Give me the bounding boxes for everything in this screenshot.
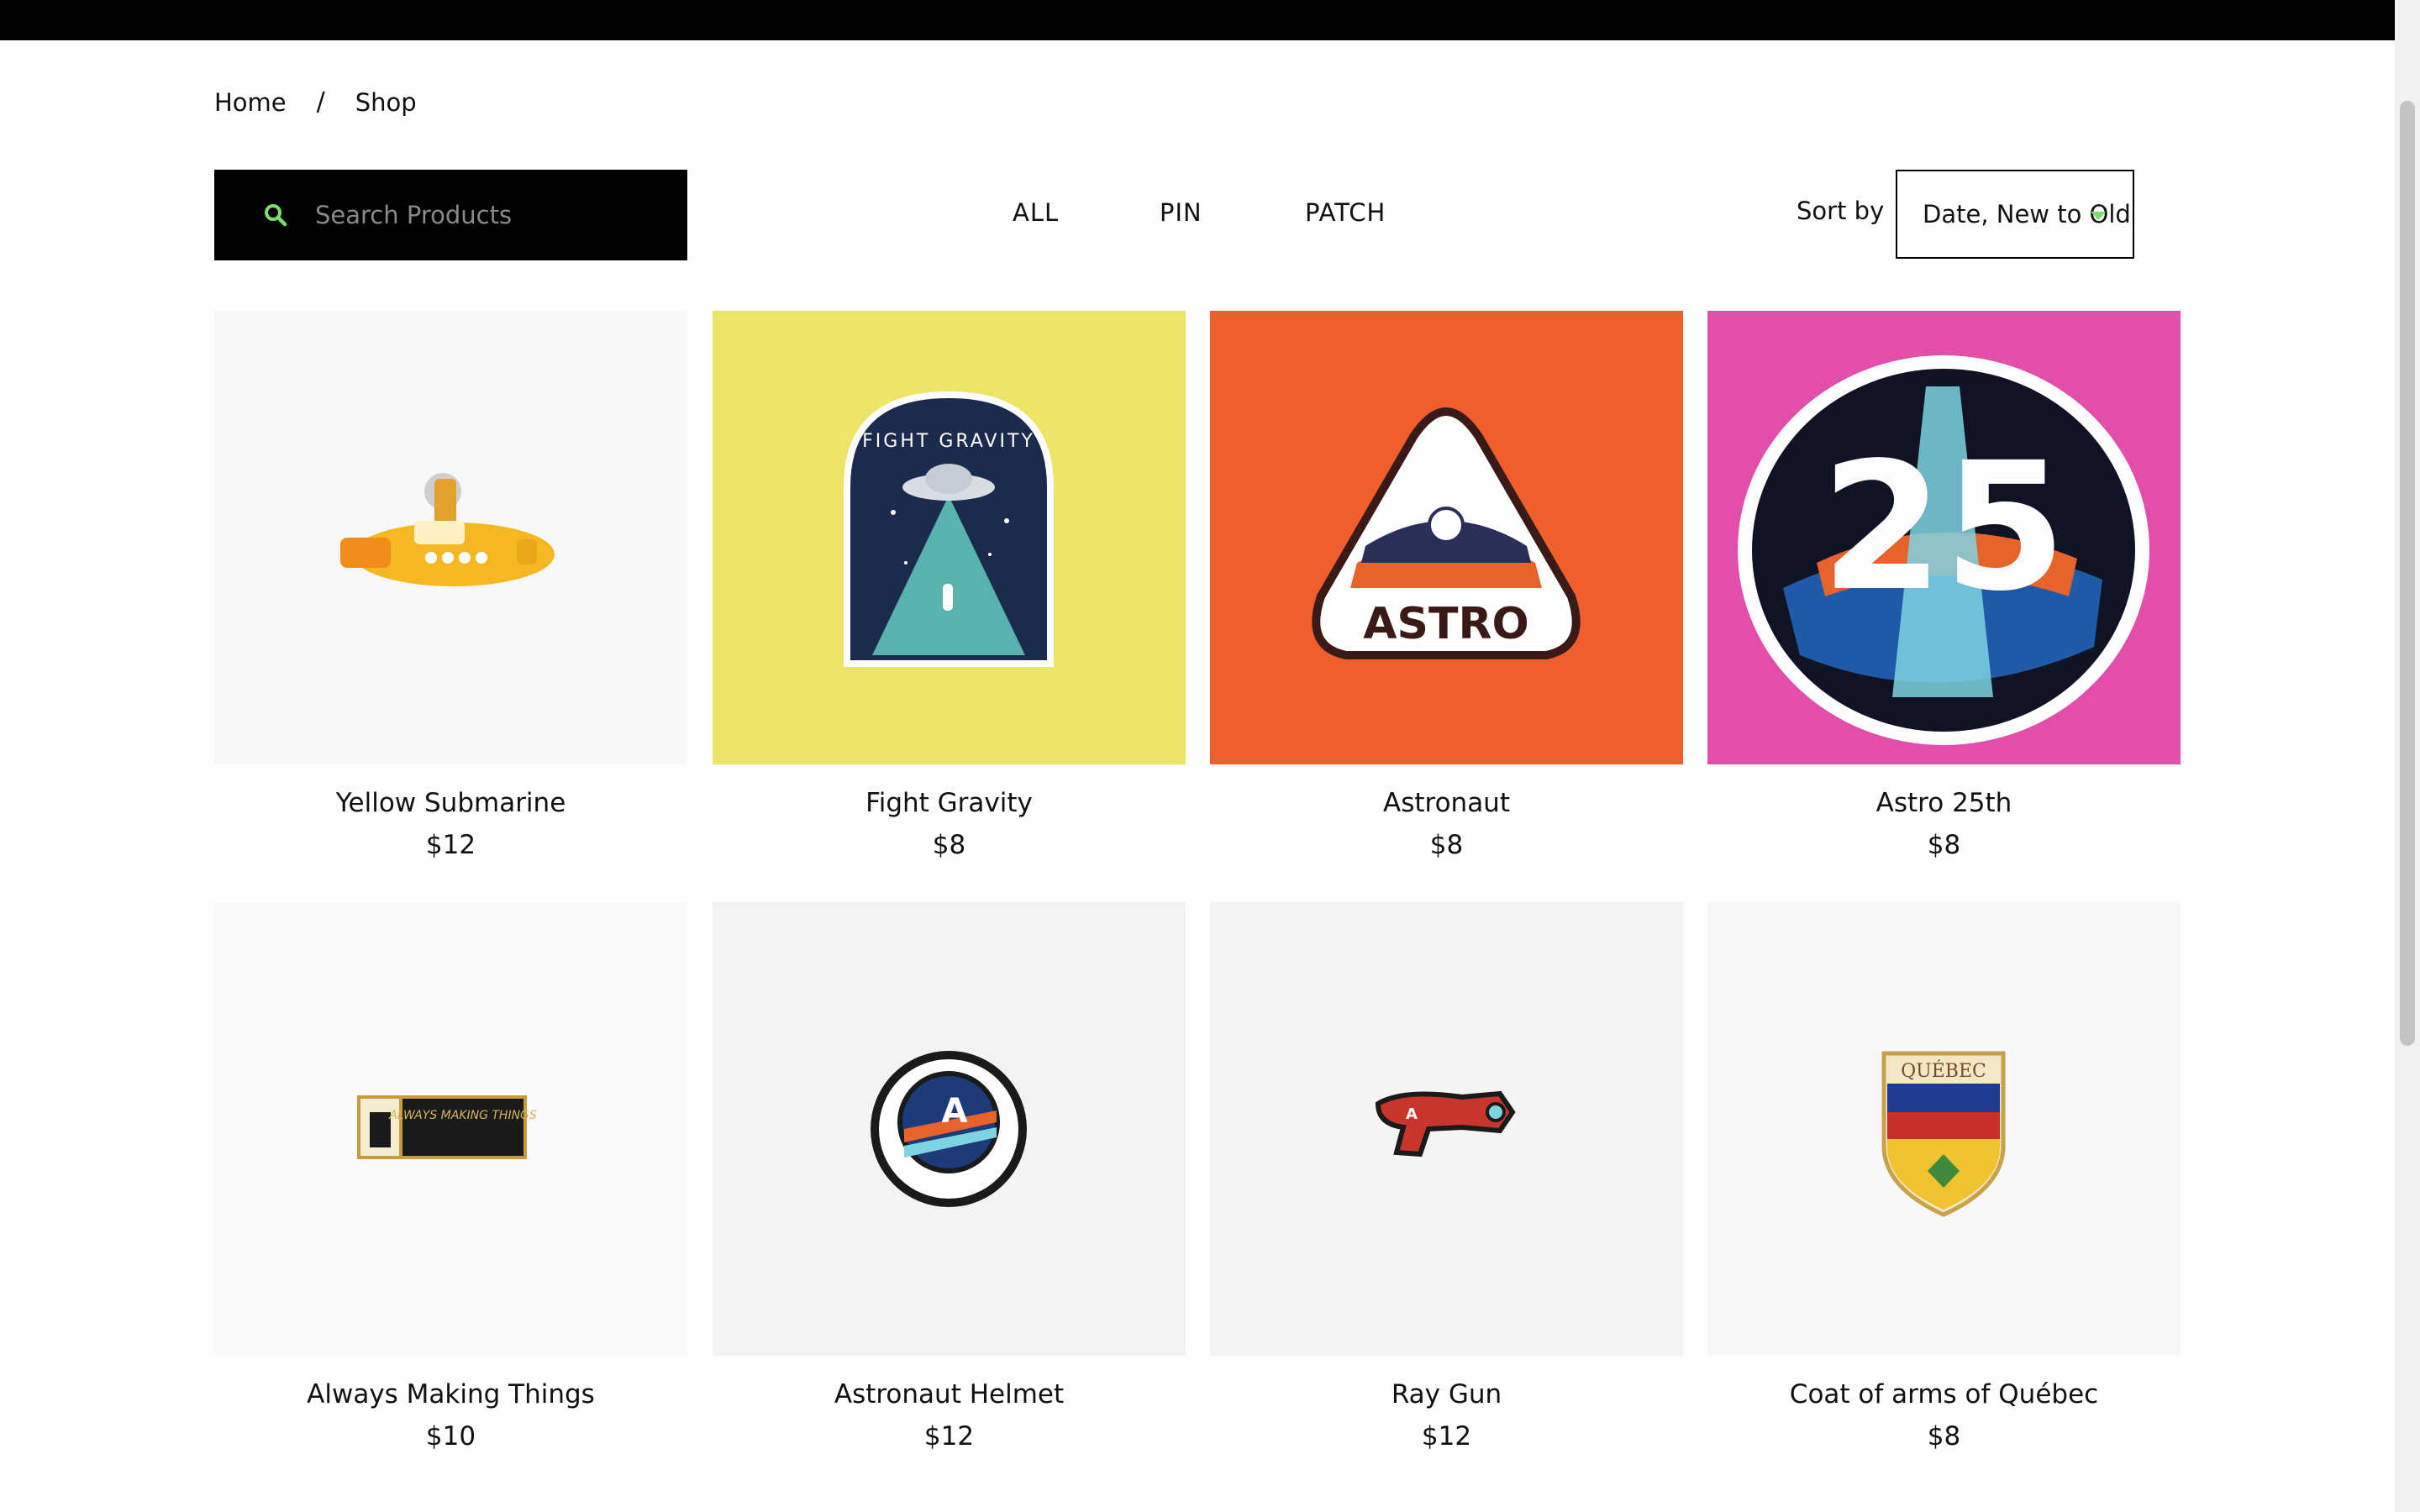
top-bar xyxy=(0,0,2395,40)
product-price: $8 xyxy=(1927,1421,1961,1452)
svg-text:FIGHT GRAVITY: FIGHT GRAVITY xyxy=(862,431,1035,452)
product-price: $12 xyxy=(1421,1421,1472,1452)
product-name[interactable]: Coat of arms of Québec xyxy=(1707,1379,2181,1410)
filter-all[interactable]: ALL xyxy=(1013,198,1059,227)
svg-text:25: 25 xyxy=(1821,424,2066,630)
product-price: $8 xyxy=(932,830,966,860)
product-price: $8 xyxy=(1927,830,1961,860)
ray-gun-pin-icon: A xyxy=(1375,1090,1516,1158)
svg-text:ASTRO: ASTRO xyxy=(1363,599,1528,649)
product-name[interactable]: Ray Gun xyxy=(1210,1379,1683,1410)
sort-dropdown[interactable]: Date, New to Old xyxy=(1896,170,2134,259)
product-image[interactable]: A xyxy=(1210,902,1683,1356)
product-price: $10 xyxy=(425,1421,476,1452)
svg-text:A: A xyxy=(1406,1105,1418,1123)
product-card[interactable]: A Ray Gun $12 xyxy=(1210,902,1683,1452)
astronaut-helmet-pin-icon: A xyxy=(871,1051,1027,1207)
svg-text:QUÉBEC: QUÉBEC xyxy=(1901,1059,1986,1082)
product-card[interactable]: 25 Astro 25th $8 xyxy=(1707,311,2181,860)
always-making-things-pin-icon: ALWAYS MAKING THINGS xyxy=(357,1095,537,1159)
astro-25th-patch-icon: 25 xyxy=(1738,355,2149,745)
product-price: $12 xyxy=(425,830,476,860)
product-name[interactable]: Astronaut Helmet xyxy=(713,1379,1186,1410)
breadcrumb-separator: / xyxy=(316,87,325,117)
product-name[interactable]: Astro 25th xyxy=(1707,788,2181,818)
product-card[interactable]: A Astronaut Helmet $12 xyxy=(713,902,1186,1452)
fight-gravity-patch-icon: FIGHT GRAVITY xyxy=(844,391,1054,667)
product-name[interactable]: Always Making Things xyxy=(214,1379,687,1410)
caret-down-icon xyxy=(2091,212,2106,220)
product-image[interactable]: ALWAYS MAKING THINGS xyxy=(214,902,687,1356)
svg-text:ALWAYS MAKING THINGS: ALWAYS MAKING THINGS xyxy=(388,1109,537,1122)
product-name[interactable]: Fight Gravity xyxy=(713,788,1186,818)
product-image[interactable]: A xyxy=(713,902,1186,1356)
breadcrumb-shop-link[interactable]: Shop xyxy=(355,88,417,117)
product-name[interactable]: Astronaut xyxy=(1210,788,1683,818)
product-name[interactable]: Yellow Submarine xyxy=(214,788,687,818)
astronaut-patch-icon: ASTRO xyxy=(1312,407,1581,659)
breadcrumb-home-link[interactable]: Home xyxy=(214,88,287,117)
breadcrumb: Home / Shop xyxy=(214,87,417,117)
sort-label: Sort by xyxy=(1797,197,1885,225)
product-image[interactable]: 25 xyxy=(1707,311,2181,764)
product-image[interactable]: QUÉBEC xyxy=(1707,902,2181,1356)
product-card[interactable]: ALWAYS MAKING THINGS Always Making Thing… xyxy=(214,902,687,1452)
product-price: $12 xyxy=(923,1421,975,1452)
product-image[interactable]: ASTRO xyxy=(1210,311,1683,764)
product-card[interactable]: QUÉBEC Coat of arms of Québec $8 xyxy=(1707,902,2181,1452)
product-card[interactable]: ASTRO Astronaut $8 xyxy=(1210,311,1683,860)
product-card[interactable]: Yellow Submarine $12 xyxy=(214,311,687,860)
product-image[interactable] xyxy=(214,311,687,764)
product-image[interactable]: FIGHT GRAVITY xyxy=(713,311,1186,764)
filter-patch[interactable]: PATCH xyxy=(1305,198,1386,227)
yellow-submarine-pin-icon xyxy=(340,473,555,586)
product-card[interactable]: FIGHT GRAVITY Fight Gravity $8 xyxy=(713,311,1186,860)
scrollbar-thumb[interactable] xyxy=(2400,101,2415,1046)
product-price: $8 xyxy=(1429,830,1464,860)
svg-text:A: A xyxy=(942,1092,968,1131)
quebec-coat-of-arms-pin-icon: QUÉBEC xyxy=(1881,1051,2006,1217)
filter-pin[interactable]: PIN xyxy=(1160,198,1202,227)
